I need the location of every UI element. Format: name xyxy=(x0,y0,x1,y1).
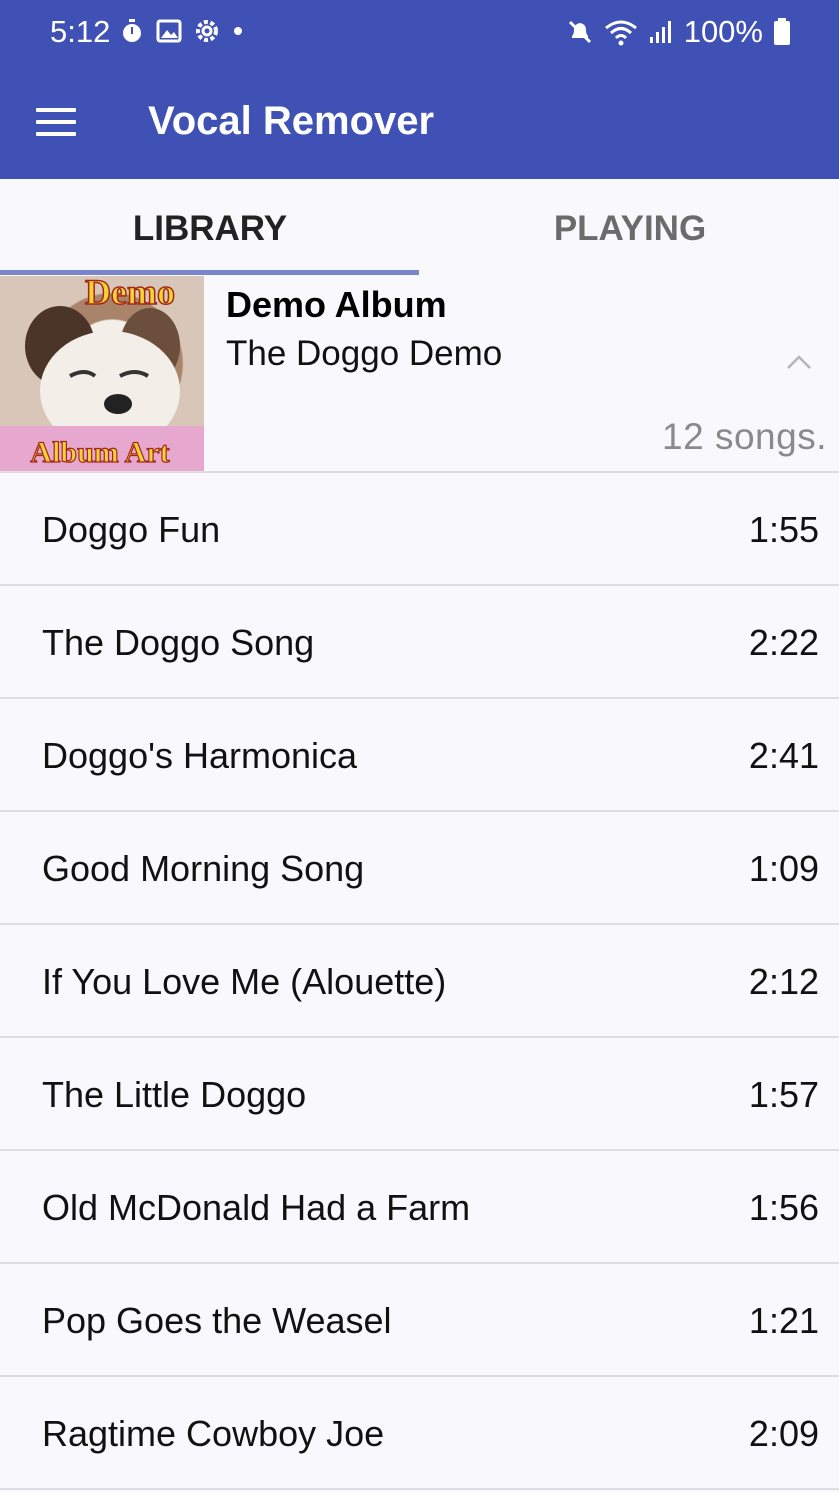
status-icons-left xyxy=(120,18,244,44)
song-duration: 2:41 xyxy=(748,735,819,776)
battery-percent: 100% xyxy=(683,14,763,49)
battery-icon xyxy=(774,18,790,45)
settings-icon xyxy=(196,20,218,42)
song-duration: 1:21 xyxy=(748,1300,819,1341)
song-duration: 2:12 xyxy=(748,961,819,1002)
song-duration: 1:09 xyxy=(748,848,819,889)
song-title: The Doggo Song xyxy=(42,622,315,663)
list-item[interactable]: Pop Goes the Weasel 1:21 xyxy=(0,1264,839,1377)
album-art-bottom-text: Album Art xyxy=(30,436,169,469)
mute-icon xyxy=(568,20,591,44)
album-header[interactable]: Demo Album Art Demo Album The Doggo Demo… xyxy=(0,276,839,471)
dot-icon xyxy=(234,27,242,35)
status-time: 5:12 xyxy=(50,14,111,49)
list-item[interactable]: The Doggo Song 2:22 xyxy=(0,586,839,699)
list-item[interactable]: Good Morning Song 1:09 xyxy=(0,812,839,925)
album-name: Demo Album xyxy=(226,284,447,325)
list-item[interactable]: Old McDonald Had a Farm 1:56 xyxy=(0,1151,839,1264)
song-duration: 1:56 xyxy=(748,1187,819,1228)
status-bar: 5:12 100% xyxy=(0,0,839,68)
song-duration: 1:55 xyxy=(748,509,819,550)
signal-icon xyxy=(649,21,671,43)
status-icons-right: 100% xyxy=(566,14,791,50)
song-duration: 2:09 xyxy=(748,1413,819,1454)
song-title: Good Morning Song xyxy=(42,848,365,889)
list-item[interactable]: Doggo's Harmonica 2:41 xyxy=(0,699,839,812)
tab-library[interactable]: LIBRARY xyxy=(0,209,420,249)
album-art: Demo Album Art xyxy=(0,276,204,471)
song-title: Doggo Fun xyxy=(42,509,221,550)
song-title: Pop Goes the Weasel xyxy=(42,1300,392,1341)
wifi-icon xyxy=(604,20,637,46)
tab-playing[interactable]: PLAYING xyxy=(420,209,839,249)
hamburger-menu-icon[interactable] xyxy=(36,108,76,138)
song-count: 12 songs. xyxy=(662,416,827,457)
song-title: If You Love Me (Alouette) xyxy=(42,961,447,1002)
gallery-icon xyxy=(156,19,182,43)
list-item[interactable]: The Little Doggo 1:57 xyxy=(0,1038,839,1151)
album-art-top-text: Demo xyxy=(85,276,175,312)
song-list: Doggo Fun 1:55 The Doggo Song 2:22 Doggo's… xyxy=(0,473,839,1490)
list-item[interactable]: Doggo Fun 1:55 xyxy=(0,473,839,586)
song-duration: 2:22 xyxy=(748,622,819,663)
album-artist: The Doggo Demo xyxy=(226,334,503,373)
chevron-up-icon[interactable] xyxy=(786,354,812,370)
song-title: Doggo's Harmonica xyxy=(42,735,358,776)
song-title: The Little Doggo xyxy=(42,1074,307,1115)
app-title: Vocal Remover xyxy=(148,99,435,143)
timer-icon xyxy=(123,19,141,42)
list-item[interactable]: Ragtime Cowboy Joe 2:09 xyxy=(0,1377,839,1490)
song-title: Old McDonald Had a Farm xyxy=(42,1187,471,1228)
tab-bar: LIBRARY PLAYING xyxy=(0,179,839,276)
song-duration: 1:57 xyxy=(748,1074,819,1115)
song-title: Ragtime Cowboy Joe xyxy=(42,1413,385,1454)
list-item[interactable]: If You Love Me (Alouette) 2:12 xyxy=(0,925,839,1038)
app-bar: Vocal Remover xyxy=(0,68,839,179)
tab-indicator xyxy=(0,270,419,275)
